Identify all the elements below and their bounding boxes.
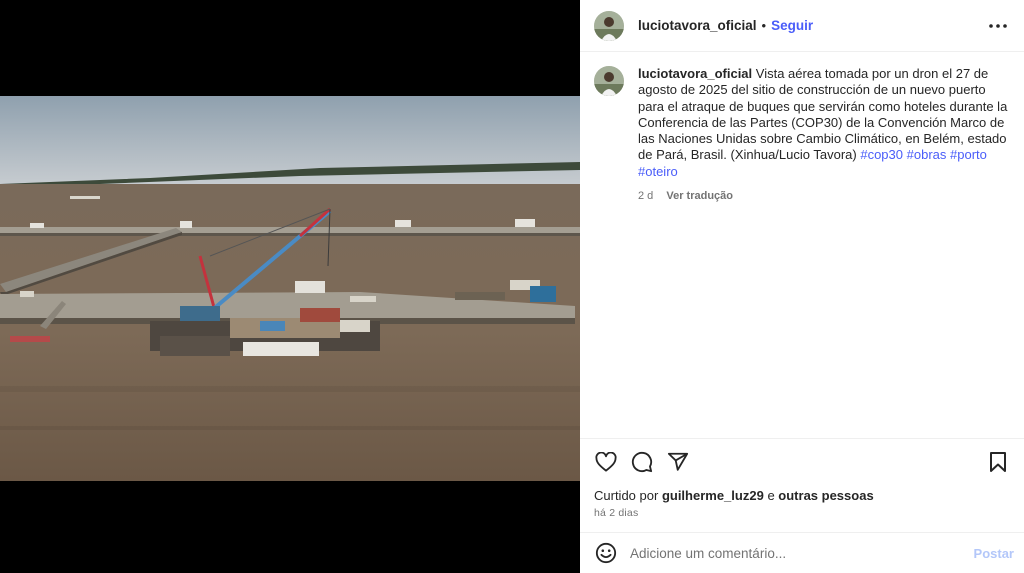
avatar[interactable] — [594, 10, 624, 41]
more-options-icon[interactable] — [986, 14, 1010, 38]
post-photo[interactable] — [0, 96, 580, 481]
header-username[interactable]: luciotavora_oficial — [638, 18, 757, 33]
likes-prefix: Curtido por — [594, 488, 659, 503]
caption-username[interactable]: luciotavora_oficial — [638, 66, 752, 81]
actions-bar: Curtido por guilherme_luz29 e outras pes… — [580, 438, 1024, 532]
comments-area: luciotavora_oficial Vista aérea tomada p… — [580, 52, 1024, 438]
comment-input[interactable] — [630, 545, 974, 561]
post-header: luciotavora_oficial • Seguir — [580, 0, 1024, 52]
post-comment-button[interactable]: Postar — [974, 546, 1014, 561]
comment-icon[interactable] — [630, 450, 654, 474]
caption: luciotavora_oficial Vista aérea tomada p… — [594, 66, 1010, 204]
translate-link[interactable]: Ver tradução — [666, 190, 733, 202]
post-panel: luciotavora_oficial • Seguir luciotavora… — [580, 0, 1024, 573]
hashtag[interactable]: #cop30 — [860, 147, 903, 162]
aerial-port-image — [0, 96, 580, 481]
bookmark-icon[interactable] — [986, 450, 1010, 474]
heart-icon[interactable] — [594, 450, 618, 474]
likes-text: Curtido por guilherme_luz29 e outras pes… — [594, 488, 1010, 503]
caption-meta: 2 d Ver tradução — [638, 188, 1010, 204]
caption-age: 2 d — [638, 190, 654, 203]
action-icons — [594, 439, 1010, 485]
hashtag[interactable]: #oteiro — [638, 164, 678, 179]
media-pane — [0, 0, 580, 573]
likes-user[interactable]: guilherme_luz29 — [662, 488, 764, 503]
post-timestamp: há 2 dias — [594, 507, 639, 519]
avatar-icon — [594, 10, 624, 41]
hashtag[interactable]: #obras — [907, 147, 947, 162]
likes-joiner: e — [767, 488, 775, 503]
share-icon[interactable] — [666, 450, 690, 474]
caption-avatar[interactable] — [594, 66, 624, 96]
likes-others[interactable]: outras pessoas — [778, 488, 873, 503]
follow-button[interactable]: Seguir — [771, 18, 813, 33]
emoji-icon[interactable] — [594, 541, 618, 565]
comment-composer: Postar — [580, 532, 1024, 573]
caption-body: luciotavora_oficial Vista aérea tomada p… — [638, 66, 1010, 204]
separator-dot: • — [761, 18, 767, 33]
hashtag[interactable]: #porto — [950, 147, 987, 162]
avatar-icon — [594, 66, 624, 96]
